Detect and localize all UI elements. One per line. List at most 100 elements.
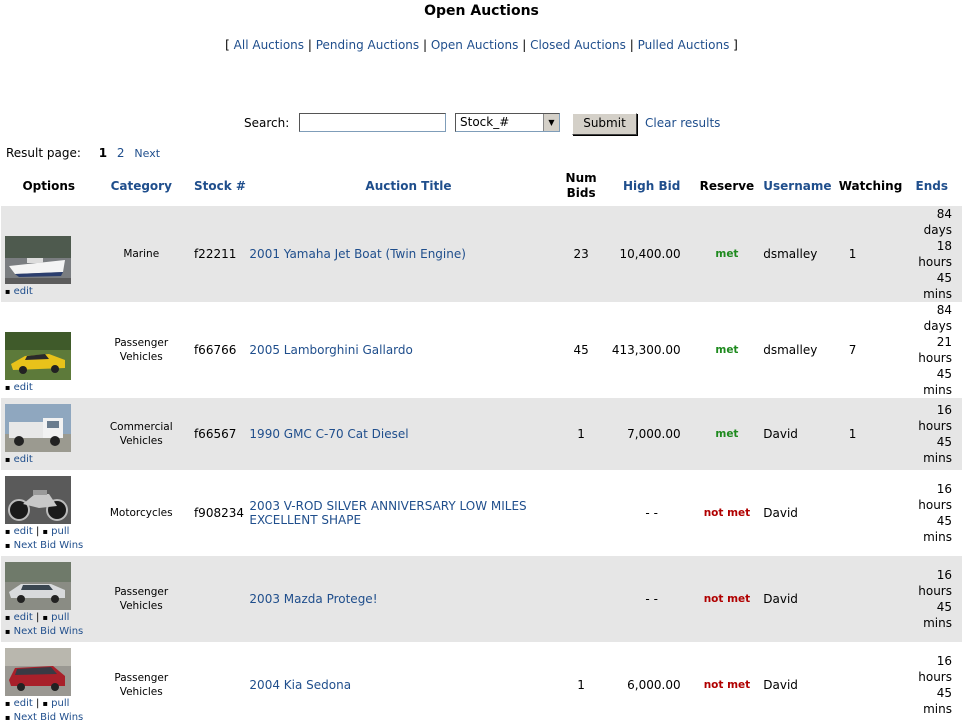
row-title: 2003 Mazda Protege!: [249, 556, 552, 642]
title-line2: EXCELLENT SHAPE: [249, 513, 362, 527]
row-high-bid: - -: [610, 556, 693, 642]
auction-title-link[interactable]: 2001 Yamaha Jet Boat (Twin Engine): [249, 247, 466, 261]
motorcycle-thumbnail[interactable]: [5, 476, 71, 524]
search-input[interactable]: [299, 113, 446, 132]
auction-title-link[interactable]: 1990 GMC C-70 Cat Diesel: [249, 427, 408, 441]
ends-line1: 16 hours: [918, 568, 952, 598]
category-line2: Vehicles: [119, 435, 163, 447]
next-page-link[interactable]: Next: [134, 147, 160, 160]
row-username: David: [763, 506, 798, 520]
row-title: 1990 GMC C-70 Cat Diesel: [249, 398, 552, 470]
auction-title-link[interactable]: 2003 V-ROD SILVER ANNIVERSARY LOW MILES …: [249, 499, 526, 527]
next-bid-wins-link[interactable]: Next Bid Wins: [14, 540, 84, 551]
row-category: Motorcycles: [97, 470, 186, 556]
ends-line3: 45 mins: [923, 271, 952, 301]
page-2-link[interactable]: 2: [117, 146, 125, 160]
next-bid-wins-link[interactable]: Next Bid Wins: [14, 626, 84, 637]
nav-open-bracket: [: [225, 38, 230, 52]
row-reserve: met: [715, 344, 739, 356]
row-options: ▪ edit: [1, 302, 97, 398]
auction-title-link[interactable]: 2003 Mazda Protege!: [249, 592, 377, 606]
pull-link[interactable]: pull: [51, 612, 69, 623]
table-row: ▪ edit | ▪ pull ▪ Next Bid Wins Passenge…: [1, 556, 962, 642]
clear-results-link[interactable]: Clear results: [645, 116, 720, 130]
row-stock: f66567: [185, 398, 250, 470]
bullet: ▪: [5, 713, 11, 722]
edit-link[interactable]: edit: [14, 454, 33, 465]
ends-line2: 18 hours: [918, 239, 952, 269]
row-category: Passenger Vehicles: [96, 556, 186, 642]
row-num-bids: [551, 470, 610, 556]
chevron-down-icon[interactable]: ▼: [543, 114, 559, 131]
nav-all-auctions[interactable]: All Auctions: [234, 38, 304, 52]
col-title[interactable]: Auction Title: [249, 166, 551, 206]
col-stock[interactable]: Stock #: [186, 166, 249, 206]
row-num-bids: 1: [577, 678, 585, 692]
ends-line2: 45 mins: [923, 514, 952, 544]
action-separator: |: [36, 526, 40, 537]
ends-line2: 45 mins: [923, 435, 952, 465]
edit-link[interactable]: edit: [14, 382, 33, 393]
bullet: ▪: [5, 541, 11, 550]
row-reserve: not met: [703, 679, 751, 691]
category-line1: Commercial: [109, 421, 173, 433]
category-line2: Vehicles: [119, 686, 163, 698]
nav-separator: |: [522, 38, 527, 52]
auction-title-link[interactable]: 2004 Kia Sedona: [249, 678, 351, 692]
row-username: David: [761, 398, 837, 470]
col-category[interactable]: Category: [97, 166, 186, 206]
row-high-bid: 10,400.00: [610, 206, 693, 302]
nav-separator: |: [422, 38, 428, 52]
kia-thumbnail[interactable]: [5, 648, 71, 696]
row-category: Passenger Vehicles: [97, 642, 186, 728]
row-options: ▪ edit: [1, 206, 97, 302]
nav-closed-auctions[interactable]: Closed Auctions: [530, 38, 626, 52]
category-line2: Vehicles: [119, 351, 163, 363]
edit-link[interactable]: edit: [14, 526, 33, 537]
edit-link[interactable]: edit: [14, 612, 33, 623]
row-username: David: [763, 678, 798, 692]
pull-link[interactable]: pull: [51, 526, 69, 537]
pull-link[interactable]: pull: [51, 698, 69, 709]
next-bid-wins-link[interactable]: Next Bid Wins: [14, 712, 84, 723]
category-line1: Passenger: [114, 672, 169, 684]
table-row: ▪ edit Passenger Vehicles f66766 2005 La…: [1, 302, 962, 398]
row-watching: 1: [836, 206, 916, 302]
row-reserve: met: [692, 206, 762, 302]
row-high-bid: - -: [645, 506, 658, 520]
submit-button[interactable]: Submit: [572, 113, 637, 135]
mazda-thumbnail[interactable]: [5, 562, 71, 610]
row-username: dsmalley: [761, 206, 837, 302]
jet-boat-thumbnail[interactable]: [5, 236, 71, 284]
row-high-bid: 413,300.00: [611, 343, 681, 357]
bullet: ▪: [5, 455, 11, 464]
row-username: dsmalley: [763, 343, 818, 357]
row-watching: 7: [848, 343, 857, 357]
auction-title-link[interactable]: 2005 Lamborghini Gallardo: [249, 343, 412, 357]
category-line1: Motorcycles: [109, 507, 173, 519]
col-ends[interactable]: Ends: [916, 166, 962, 206]
row-high-bid: 7,000.00: [610, 398, 693, 470]
nav-pulled-auctions[interactable]: Pulled Auctions: [638, 38, 730, 52]
row-watching: [837, 470, 916, 556]
bullet: ▪: [5, 383, 11, 392]
col-high-bid[interactable]: High Bid: [611, 166, 693, 206]
row-ends: 16 hours 45 mins: [916, 470, 962, 556]
search-field-select[interactable]: Stock_# ▼: [455, 113, 560, 132]
page-title: Open Auctions: [424, 3, 539, 19]
nav-pending-auctions[interactable]: Pending Auctions: [316, 38, 419, 52]
row-ends: 84 days 18 hours 45 mins: [915, 206, 962, 302]
col-options: Options: [22, 179, 76, 193]
category-line1: Passenger: [114, 586, 169, 598]
table-row: ▪ edit | ▪ pull ▪ Next Bid Wins Motorcyc…: [1, 470, 962, 556]
row-category: Marine: [96, 206, 186, 302]
col-username[interactable]: Username: [761, 166, 836, 206]
edit-link[interactable]: edit: [14, 698, 33, 709]
lamborghini-thumbnail[interactable]: [5, 332, 71, 380]
nav-open-auctions[interactable]: Open Auctions: [431, 38, 519, 52]
edit-link[interactable]: edit: [14, 286, 33, 297]
bullet: ▪: [5, 287, 11, 296]
truck-thumbnail[interactable]: [5, 404, 71, 452]
auction-nav: [ All Auctions | Pending Auctions | Open…: [0, 38, 963, 52]
ends-line2: 45 mins: [923, 600, 952, 630]
